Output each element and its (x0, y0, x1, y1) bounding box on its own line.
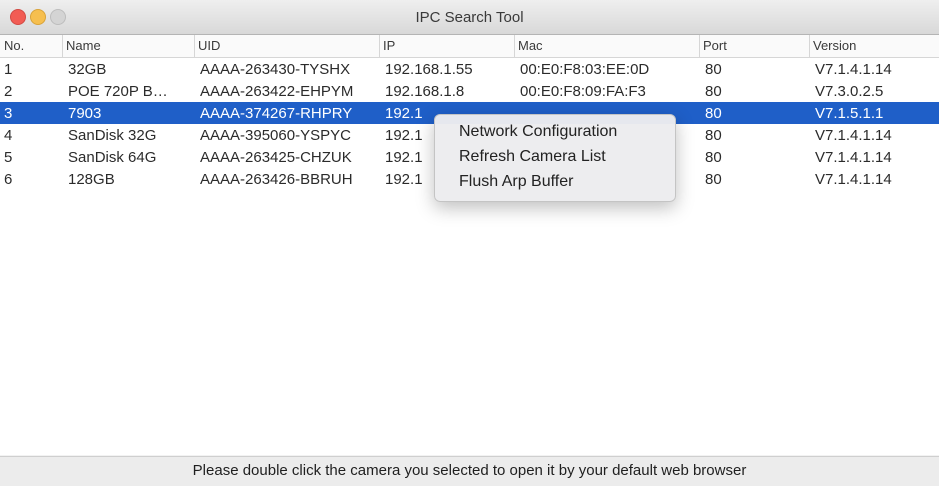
cell-name: 128GB (68, 171, 115, 188)
cell-uid: AAAA-263425-CHZUK (200, 149, 352, 166)
cell-name: SanDisk 32G (68, 127, 157, 144)
cell-port: 80 (705, 149, 722, 166)
cell-port: 80 (705, 127, 722, 144)
cell-no: 4 (4, 127, 13, 144)
cell-ip: 192.1 (385, 171, 423, 188)
column-header-ip[interactable]: IP (379, 35, 395, 57)
column-header-no[interactable]: No. (4, 38, 24, 53)
menu-item-flush-arp-buffer[interactable]: Flush Arp Buffer (459, 173, 573, 191)
cell-uid: AAAA-374267-RHPRY (200, 105, 353, 122)
table-row[interactable]: 2 POE 720P B… AAAA-263422-EHPYM 192.168.… (0, 80, 939, 102)
cell-ip: 192.1 (385, 105, 423, 122)
cell-ip: 192.1 (385, 127, 423, 144)
column-header-port[interactable]: Port (699, 35, 727, 57)
cell-no: 1 (4, 61, 13, 78)
ipc-search-window: IPC Search Tool No. Name UID IP Mac Port… (0, 0, 939, 486)
menu-item-refresh-camera-list[interactable]: Refresh Camera List (459, 148, 606, 166)
cell-version: V7.1.4.1.14 (815, 149, 892, 166)
cell-version: V7.1.4.1.14 (815, 171, 892, 188)
cell-no: 3 (4, 105, 13, 122)
cell-port: 80 (705, 61, 722, 78)
cell-port: 80 (705, 83, 722, 100)
title-bar[interactable]: IPC Search Tool (0, 0, 939, 35)
cell-uid: AAAA-395060-YSPYC (200, 127, 351, 144)
column-header-name[interactable]: Name (62, 35, 101, 57)
menu-item-network-configuration[interactable]: Network Configuration (459, 123, 617, 141)
table-row[interactable]: 1 32GB AAAA-263430-TYSHX 192.168.1.55 00… (0, 58, 939, 80)
camera-table[interactable]: No. Name UID IP Mac Port Version 1 32GB … (0, 35, 939, 455)
table-header: No. Name UID IP Mac Port Version (0, 35, 939, 58)
cell-ip: 192.168.1.8 (385, 83, 465, 100)
column-header-uid[interactable]: UID (194, 35, 220, 57)
cell-ip: 192.1 (385, 149, 423, 166)
cell-version: V7.1.5.1.1 (815, 105, 884, 122)
window-title: IPC Search Tool (415, 9, 524, 26)
cell-uid: AAAA-263422-EHPYM (200, 83, 354, 100)
cell-name: SanDisk 64G (68, 149, 157, 166)
column-header-mac[interactable]: Mac (514, 35, 543, 57)
cell-name: POE 720P B… (68, 83, 168, 100)
column-header-version[interactable]: Version (809, 35, 856, 57)
cell-version: V7.1.4.1.14 (815, 127, 892, 144)
cell-version: V7.3.0.2.5 (815, 83, 884, 100)
cell-version: V7.1.4.1.14 (815, 61, 892, 78)
cell-no: 2 (4, 83, 13, 100)
status-message: Please double click the camera you selec… (192, 462, 747, 479)
cell-no: 6 (4, 171, 13, 188)
context-menu: Network Configuration Refresh Camera Lis… (434, 114, 676, 202)
cell-ip: 192.168.1.55 (385, 61, 473, 78)
cell-uid: AAAA-263426-BBRUH (200, 171, 353, 188)
cell-port: 80 (705, 105, 722, 122)
cell-mac: 00:E0:F8:09:FA:F3 (520, 83, 646, 100)
cell-mac: 00:E0:F8:03:EE:0D (520, 61, 650, 78)
cell-no: 5 (4, 149, 13, 166)
cell-port: 80 (705, 171, 722, 188)
cell-name: 32GB (68, 61, 107, 78)
cell-uid: AAAA-263430-TYSHX (200, 61, 351, 78)
cell-name: 7903 (68, 105, 102, 122)
status-bar: Please double click the camera you selec… (0, 456, 939, 486)
